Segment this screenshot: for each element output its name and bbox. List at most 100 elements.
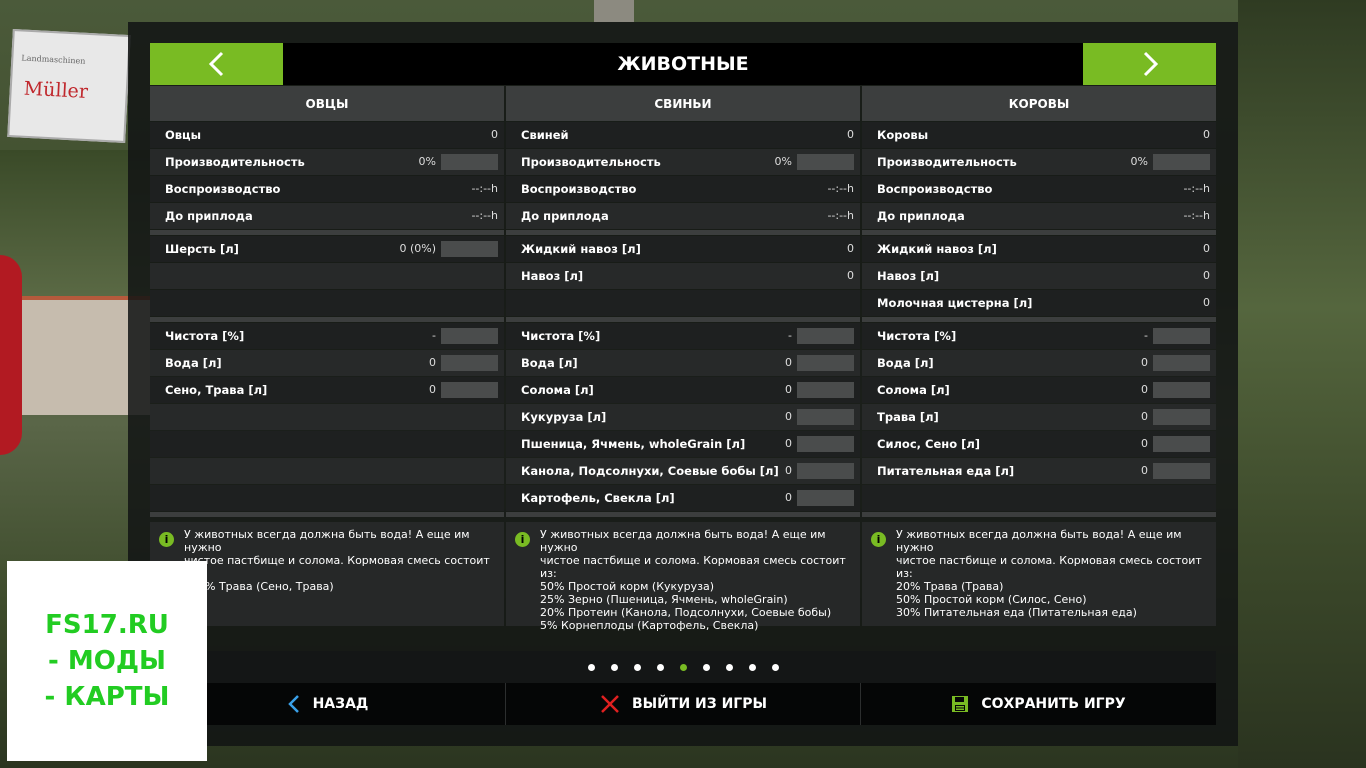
sign-small-text: Landmaschinen — [21, 53, 86, 66]
section-divider — [150, 512, 504, 517]
page-dot[interactable] — [771, 663, 779, 671]
floppy-icon — [951, 695, 969, 713]
stat-row: Шерсть [л] 0 (0%) — [150, 236, 504, 262]
page-dot[interactable] — [679, 663, 687, 671]
stat-row — [150, 458, 504, 484]
stat-value: 0 — [1203, 296, 1210, 309]
stat-row: Производительность 0% — [150, 149, 504, 175]
section-divider — [150, 317, 504, 322]
stat-row: Картофель, Свекла [л] 0 — [506, 485, 860, 511]
stat-row: Канола, Подсолнухи, Соевые бобы [л] 0 — [506, 458, 860, 484]
stat-row: До приплода --:--h — [506, 203, 860, 229]
stat-row — [506, 290, 860, 316]
stat-value: - — [432, 329, 436, 342]
level-bar — [1153, 463, 1210, 479]
level-bar — [797, 490, 854, 506]
watermark-line: FS17.RU — [45, 610, 169, 640]
stat-label: Вода [л] — [165, 356, 222, 370]
stat-row: Овцы 0 — [150, 122, 504, 148]
stat-label: До приплода — [877, 209, 965, 223]
back-label: НАЗАД — [312, 696, 369, 712]
level-bar — [441, 328, 498, 344]
stat-label: Свиней — [521, 128, 569, 142]
stat-value: 0% — [774, 155, 792, 168]
stat-value: --:--h — [1183, 182, 1210, 195]
stat-value: 0% — [1130, 155, 1148, 168]
stat-label: До приплода — [165, 209, 253, 223]
level-bar — [441, 154, 498, 170]
stat-value: 0 — [785, 356, 792, 369]
stat-label: Картофель, Свекла [л] — [521, 491, 675, 505]
stat-label: Кукуруза [л] — [521, 410, 607, 424]
info-text: У животных всегда должна быть вода! А ещ… — [184, 528, 490, 593]
level-bar — [797, 355, 854, 371]
section-divider — [862, 230, 1216, 235]
stat-row: Навоз [л] 0 — [506, 263, 860, 289]
stat-row — [150, 485, 504, 511]
stat-value: 0 — [847, 269, 854, 282]
stat-value: 0 — [847, 128, 854, 141]
save-game-button[interactable]: СОХРАНИТЬ ИГРУ — [861, 683, 1216, 725]
close-icon — [600, 694, 620, 714]
stat-row: Чистота [%] - — [862, 323, 1216, 349]
stat-row: Солома [л] 0 — [862, 377, 1216, 403]
stat-label: До приплода — [521, 209, 609, 223]
prev-page-button[interactable] — [150, 43, 283, 85]
stat-value: 0 — [1141, 464, 1148, 477]
watermark: FS17.RU - МОДЫ - КАРТЫ — [7, 561, 207, 761]
stat-row: До приплода --:--h — [862, 203, 1216, 229]
level-bar — [441, 382, 498, 398]
stat-row: Пшеница, Ячмень, wholeGrain [л] 0 — [506, 431, 860, 457]
stat-row: Производительность 0% — [506, 149, 860, 175]
stat-value: 0 — [785, 464, 792, 477]
stat-value: --:--h — [1183, 209, 1210, 222]
level-bar — [1153, 409, 1210, 425]
page-dot[interactable] — [748, 663, 756, 671]
level-bar — [797, 382, 854, 398]
stat-row — [150, 290, 504, 316]
info-text: У животных всегда должна быть вода! А ещ… — [896, 528, 1202, 619]
stat-row: Коровы 0 — [862, 122, 1216, 148]
stat-label: Чистота [%] — [165, 329, 245, 343]
page-dot[interactable] — [633, 663, 641, 671]
info-icon: i — [871, 532, 886, 547]
stat-row: Жидкий навоз [л] 0 — [506, 236, 860, 262]
page-dot[interactable] — [702, 663, 710, 671]
level-bar — [797, 463, 854, 479]
stat-label: Жидкий навоз [л] — [877, 242, 997, 256]
animal-column: КОРОВЫ Коровы 0 Производительность 0% Воспрои… — [862, 86, 1216, 626]
column-title: ОВЦЫ — [150, 86, 504, 121]
page-dot[interactable] — [725, 663, 733, 671]
stat-label: Навоз [л] — [877, 269, 940, 283]
stat-value: 0 — [785, 491, 792, 504]
level-bar — [1153, 436, 1210, 452]
stat-row: Чистота [%] - — [506, 323, 860, 349]
level-bar — [1153, 328, 1210, 344]
stat-label: Канола, Подсолнухи, Соевые бобы [л] — [521, 464, 779, 478]
stat-value: - — [788, 329, 792, 342]
page-header: ЖИВОТНЫЕ — [150, 43, 1216, 85]
stat-row: Сено, Трава [л] 0 — [150, 377, 504, 403]
stat-value: 0 — [491, 128, 498, 141]
stat-row — [150, 431, 504, 457]
page-dot[interactable] — [656, 663, 664, 671]
stat-value: 0 — [1141, 410, 1148, 423]
page-dot[interactable] — [587, 663, 595, 671]
quit-game-button[interactable]: ВЫЙТИ ИЗ ИГРЫ — [506, 683, 861, 725]
stat-row: Кукуруза [л] 0 — [506, 404, 860, 430]
stat-row: Производительность 0% — [862, 149, 1216, 175]
stat-row: Воспроизводство --:--h — [862, 176, 1216, 202]
next-page-button[interactable] — [1083, 43, 1216, 85]
stat-value: 0 — [1141, 356, 1148, 369]
info-box: i У животных всегда должна быть вода! А е… — [862, 522, 1216, 626]
stat-value: 0% — [418, 155, 436, 168]
animal-column: СВИНЬИ Свиней 0 Производительность 0% Воспрои… — [506, 86, 860, 632]
watermark-line: - МОДЫ — [48, 646, 166, 676]
stat-label: Воспроизводство — [877, 182, 993, 196]
stat-row: Силос, Сено [л] 0 — [862, 431, 1216, 457]
stat-label: Производительность — [165, 155, 305, 169]
stat-row: Солома [л] 0 — [506, 377, 860, 403]
stat-label: Шерсть [л] — [165, 242, 239, 256]
section-divider — [862, 512, 1216, 517]
page-dot[interactable] — [610, 663, 618, 671]
